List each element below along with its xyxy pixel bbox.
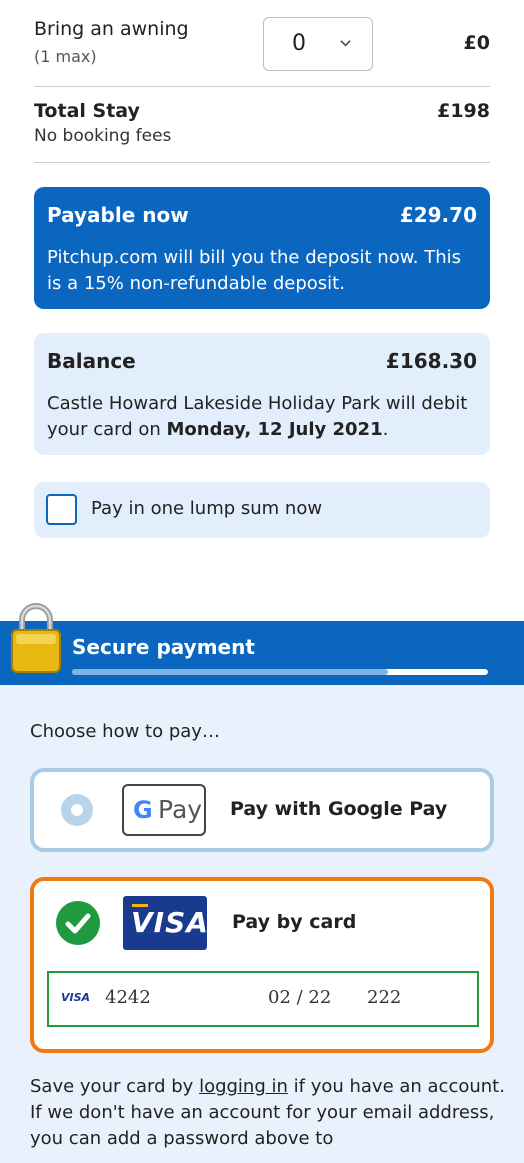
visa-logo: VISA: [123, 896, 209, 950]
secure-payment-header: Secure payment: [0, 621, 524, 685]
visa-brand-icon: VISA: [61, 991, 91, 1004]
lump-sum-checkbox[interactable]: [46, 494, 77, 525]
google-pay-label[interactable]: Pay with Google Pay: [230, 798, 447, 820]
google-pay-wordmark: Pay: [158, 795, 203, 824]
card-details-input[interactable]: VISA 4242 02 / 22 222: [47, 971, 479, 1027]
booking-fees-note: No booking fees: [34, 126, 172, 146]
awning-price: £0: [463, 32, 490, 54]
divider: [34, 86, 490, 87]
login-link[interactable]: logging in: [199, 1076, 288, 1097]
balance-text: Castle Howard Lakeside Holiday Park will…: [47, 391, 479, 443]
balance-panel: Balance £168.30 Castle Howard Lakeside H…: [34, 333, 490, 455]
awning-quantity-value: 0: [292, 31, 306, 56]
lump-sum-label[interactable]: Pay in one lump sum now: [91, 498, 322, 519]
padlock-icon: [11, 603, 61, 673]
awning-row: Bring an awning (1 max) 0 £0: [34, 14, 490, 84]
balance-debit-date: Monday, 12 July 2021: [166, 419, 383, 440]
card-expiry-field[interactable]: 02 / 22: [268, 987, 331, 1008]
check-circle-icon: [56, 901, 100, 945]
progress-fill: [72, 669, 389, 675]
pay-by-card-option[interactable]: VISA Pay by card VISA 4242 02 / 22 222: [30, 877, 494, 1053]
booking-summary-page: Bring an awning (1 max) 0 £0 Total Stay …: [0, 0, 524, 1163]
chevron-down-icon: [340, 40, 351, 47]
payable-now-amount: £29.70: [399, 203, 477, 227]
google-pay-radio[interactable]: [61, 794, 93, 826]
awning-max-note: (1 max): [34, 47, 97, 66]
google-pay-option[interactable]: G Pay Pay with Google Pay: [30, 768, 494, 852]
balance-title: Balance: [47, 349, 136, 373]
lump-sum-option[interactable]: Pay in one lump sum now: [34, 482, 490, 538]
google-g-logo: G: [133, 796, 153, 824]
payable-now-title: Payable now: [47, 203, 189, 227]
card-number-field[interactable]: 4242: [105, 987, 151, 1008]
payment-section: Choose how to pay… G Pay Pay with Google…: [0, 685, 524, 1163]
secure-payment-title: Secure payment: [72, 635, 255, 659]
secure-payment-progress-bar: [72, 669, 488, 675]
awning-label: Bring an awning: [34, 18, 189, 40]
payable-now-panel: Payable now £29.70 Pitchup.com will bill…: [34, 187, 490, 309]
google-pay-logo: G Pay: [122, 784, 206, 836]
pay-by-card-label[interactable]: Pay by card: [232, 911, 356, 933]
total-stay-row: Total Stay No booking fees £198: [34, 100, 490, 152]
balance-text-post: .: [382, 419, 389, 440]
total-stay-label: Total Stay: [34, 100, 140, 122]
save-note-pre: Save your card by: [30, 1076, 200, 1097]
card-cvc-field[interactable]: 222: [367, 987, 401, 1008]
balance-amount: £168.30: [385, 349, 477, 373]
save-card-note: Save your card by logging in if you have…: [30, 1074, 510, 1152]
payable-now-text: Pitchup.com will bill you the deposit no…: [47, 247, 462, 294]
visa-wordmark: VISA: [131, 906, 209, 939]
awning-quantity-select[interactable]: 0: [263, 17, 373, 71]
choose-payment-prompt: Choose how to pay…: [30, 721, 220, 742]
divider: [34, 162, 490, 163]
total-stay-price: £198: [437, 100, 490, 122]
